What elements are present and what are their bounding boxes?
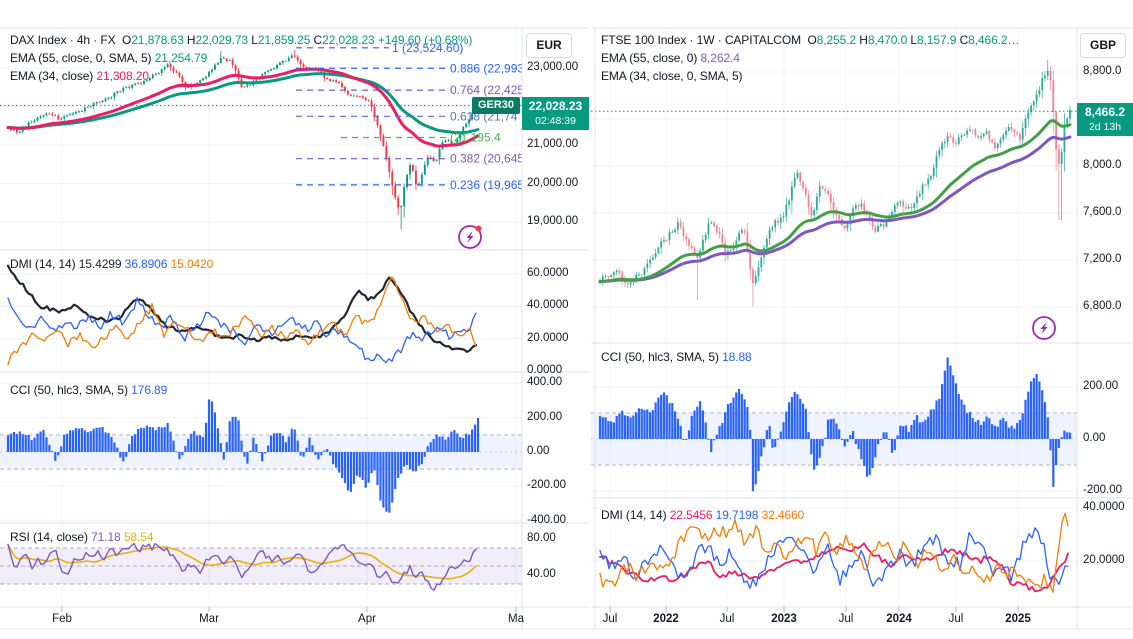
fib-level-label: 0.382 (20,645: [450, 152, 524, 166]
flash-icon[interactable]: [1032, 316, 1056, 340]
last-price-badge: 22,028.23 02:48:39: [522, 96, 589, 130]
last-price: 8,466.2: [1084, 104, 1126, 119]
time-axis[interactable]: [591, 607, 1077, 629]
flash-icon[interactable]: [458, 225, 482, 249]
symbol-badge: GER30: [472, 96, 520, 114]
currency-badge[interactable]: GBP: [1080, 33, 1126, 58]
dax-chart-panel[interactable]: 1 (23,524.60) 0.886 (22,993 0.764 (22,425 0…: [0, 0, 589, 639]
currency-badge[interactable]: EUR: [526, 33, 572, 58]
ftse-chart-canvas[interactable]: [591, 0, 1133, 639]
fib-level-label: 0.886 (22,993: [450, 61, 524, 75]
fib-level-label: 1 (23,524.60): [392, 41, 463, 55]
bar-countdown: 2d 13h: [1088, 120, 1122, 133]
last-price: 22,028.23: [528, 98, 583, 113]
fib-level-label: 0.764 (22,425: [450, 83, 524, 97]
fib-level-label: 0.236 (19,965: [450, 178, 524, 192]
tradingview-snapshot: FxWirePro published on TradingView.com, …: [0, 0, 1133, 639]
time-axis[interactable]: [0, 607, 522, 629]
ftse-chart-panel[interactable]: FTSE 100 Index · 1W · CAPITALCOM O8,255.…: [591, 0, 1133, 639]
last-price-badge: 8,466.2 2d 13h: [1077, 102, 1133, 136]
bar-countdown: 02:48:39: [535, 114, 576, 127]
dax-chart-canvas[interactable]: 1 (23,524.60) 0.886 (22,993 0.764 (22,425 0…: [0, 0, 589, 639]
fib-level-label: (21,195.4: [450, 130, 501, 144]
